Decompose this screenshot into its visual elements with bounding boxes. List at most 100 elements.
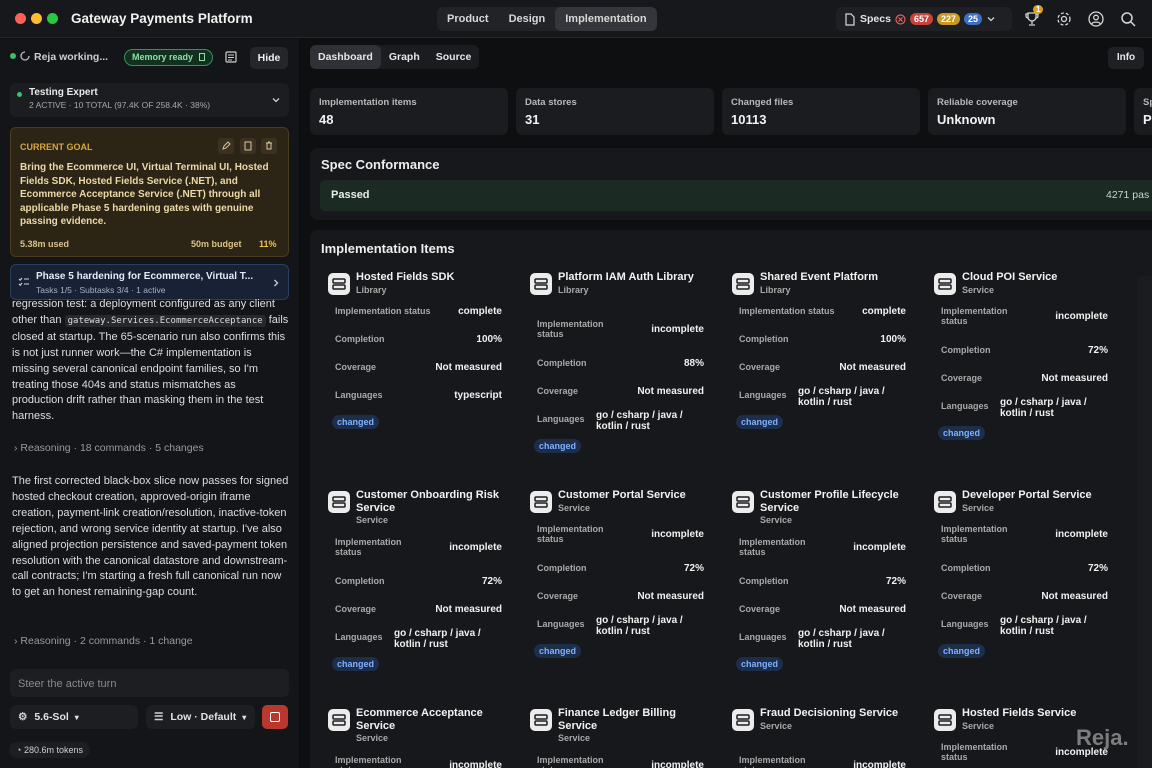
stat-value: P (1143, 112, 1152, 127)
item-status-value: incomplete (853, 542, 906, 553)
implementation-items-panel: Implementation Items Hosted Fields SDK Li… (310, 230, 1152, 768)
status-dot (10, 53, 16, 59)
tab-source[interactable]: Source (428, 45, 480, 69)
stop-button[interactable] (262, 705, 288, 729)
item-icon (732, 273, 754, 295)
reasoning-toggle[interactable]: › Reasoning · 18 commands · 5 changes (14, 442, 204, 454)
mode-design[interactable]: Design (499, 7, 556, 31)
mode-implementation[interactable]: Implementation (555, 7, 657, 31)
tab-graph[interactable]: Graph (381, 45, 428, 69)
steer-input[interactable]: Steer the active turn (10, 669, 289, 697)
expert-selector[interactable]: Testing Expert 2 ACTIVE · 10 TOTAL (97.4… (10, 83, 289, 117)
item-completion-row: Completion 100% (335, 334, 502, 345)
trash-icon[interactable] (261, 138, 277, 154)
item-status-row: Implementation status incomplete (537, 524, 704, 544)
item-name: Customer Onboarding Risk Service (356, 489, 500, 514)
item-type: Service (760, 515, 793, 525)
specs-dropdown[interactable]: Specs 657 227 25 (836, 7, 1012, 31)
spinner-icon (20, 51, 30, 61)
changed-badge: changed (736, 657, 784, 671)
item-type: Service (962, 284, 995, 295)
row-label: Implementation status (941, 742, 1008, 762)
item-type: Service (356, 733, 389, 743)
stat-value: Unknown (937, 112, 996, 127)
error-count-badge: 657 (909, 13, 933, 25)
memory-status-label: Memory ready (132, 52, 194, 62)
account-button[interactable] (1087, 10, 1105, 28)
stat-data-stores: Data stores 31 (516, 88, 714, 135)
model-selector[interactable]: ⚙ 5.6-Sol ▾ (10, 705, 138, 729)
item-completion-value: 72% (1087, 345, 1108, 356)
item-status-value: incomplete (651, 529, 704, 540)
settings-button[interactable] (1055, 10, 1073, 28)
item-completion-row: Completion 72% (537, 563, 704, 574)
chevron-down-icon: ▾ (242, 713, 247, 722)
zoom-window-button[interactable] (47, 13, 58, 24)
row-label: Implementation status (537, 524, 604, 544)
info-button[interactable]: Info (1108, 47, 1144, 69)
item-status-value: incomplete (449, 760, 502, 768)
item-coverage-value: Not measured (637, 591, 704, 602)
minimize-window-button[interactable] (31, 13, 42, 24)
item-coverage-row: Coverage Not measured (941, 591, 1108, 602)
changed-badge: changed (332, 415, 380, 429)
item-status-row: Implementation status incomplete (537, 319, 704, 339)
item-languages-row: Languages go / csharp / java / kotlin / r… (537, 410, 704, 432)
search-button[interactable] (1119, 10, 1137, 28)
tab-dashboard[interactable]: Dashboard (310, 45, 381, 69)
item-icon (328, 709, 350, 731)
item-icon (732, 491, 754, 513)
item-coverage-row: Coverage Not measured (335, 604, 502, 615)
item-completion-value: 72% (885, 576, 906, 587)
reasoning-summary: Reasoning · 2 commands · 1 change (20, 635, 193, 647)
item-status-value: complete (458, 306, 502, 317)
item-icon (328, 491, 350, 513)
item-status-value: incomplete (651, 760, 704, 768)
item-completion-row: Completion 72% (739, 576, 906, 587)
phase-title: Phase 5 hardening for Ecommerce, Virtual… (36, 271, 254, 282)
row-label: Completion (739, 576, 789, 586)
edit-icon[interactable] (218, 138, 234, 154)
item-languages-row: Languages go / csharp / java / kotlin / r… (941, 397, 1108, 419)
item-status-value: incomplete (651, 324, 704, 335)
item-name: Hosted Fields Service (962, 707, 1077, 719)
item-coverage-row: Coverage Not measured (941, 373, 1108, 384)
item-status-value: incomplete (1055, 529, 1108, 540)
close-window-button[interactable] (15, 13, 26, 24)
agent-message: The first corrected black-box slice now … (12, 474, 290, 601)
goal-description: Bring the Ecommerce UI, Virtual Terminal… (20, 162, 269, 227)
token-usage: ◔ 280.6m tokens (9, 742, 90, 758)
expert-summary: 2 ACTIVE · 10 TOTAL (97.4K OF 258.4K · 3… (29, 100, 211, 110)
item-completion-value: 88% (683, 358, 704, 369)
item-coverage-row: Coverage Not measured (537, 386, 704, 397)
item-languages-value: go / csharp / java / kotlin / rust (596, 615, 683, 637)
changed-badge: changed (938, 644, 986, 658)
stat-implementation-items: Implementation items 48 (310, 88, 508, 135)
changed-badge: changed (332, 657, 380, 671)
mode-product[interactable]: Product (437, 7, 499, 31)
reasoning-toggle[interactable]: › Reasoning · 2 commands · 1 change (14, 635, 193, 647)
trophy-button[interactable]: 1 (1023, 5, 1044, 28)
archive-icon[interactable] (240, 138, 256, 154)
hide-sidebar-button[interactable]: Hide (250, 47, 288, 69)
item-coverage-value: Not measured (839, 362, 906, 373)
item-completion-row: Completion 100% (739, 334, 906, 345)
phase-task-card[interactable]: Phase 5 hardening for Ecommerce, Virtual… (10, 264, 289, 300)
row-label: Implementation status (941, 306, 1008, 326)
changed-badge: changed (534, 644, 582, 658)
item-status-row: Implementation status incomplete (739, 537, 906, 557)
item-completion-row: Completion 72% (335, 576, 502, 587)
history-icon[interactable] (224, 50, 238, 64)
gear-icon (1057, 12, 1071, 26)
memory-status-chip: Memory ready (124, 49, 213, 66)
stat-reliable-coverage: Reliable coverage Unknown (928, 88, 1126, 135)
document-icon (845, 12, 855, 26)
item-icon (530, 491, 552, 513)
item-name: Platform IAM Auth Library (558, 271, 694, 283)
effort-selector[interactable]: ☰ Low · Default ▾ (146, 705, 255, 729)
row-label: Completion (941, 563, 991, 573)
item-name: Finance Ledger Billing Service (558, 707, 676, 732)
row-label: Completion (335, 576, 385, 586)
stat-label: Changed files (731, 97, 794, 108)
row-label: Implementation status (739, 755, 806, 768)
